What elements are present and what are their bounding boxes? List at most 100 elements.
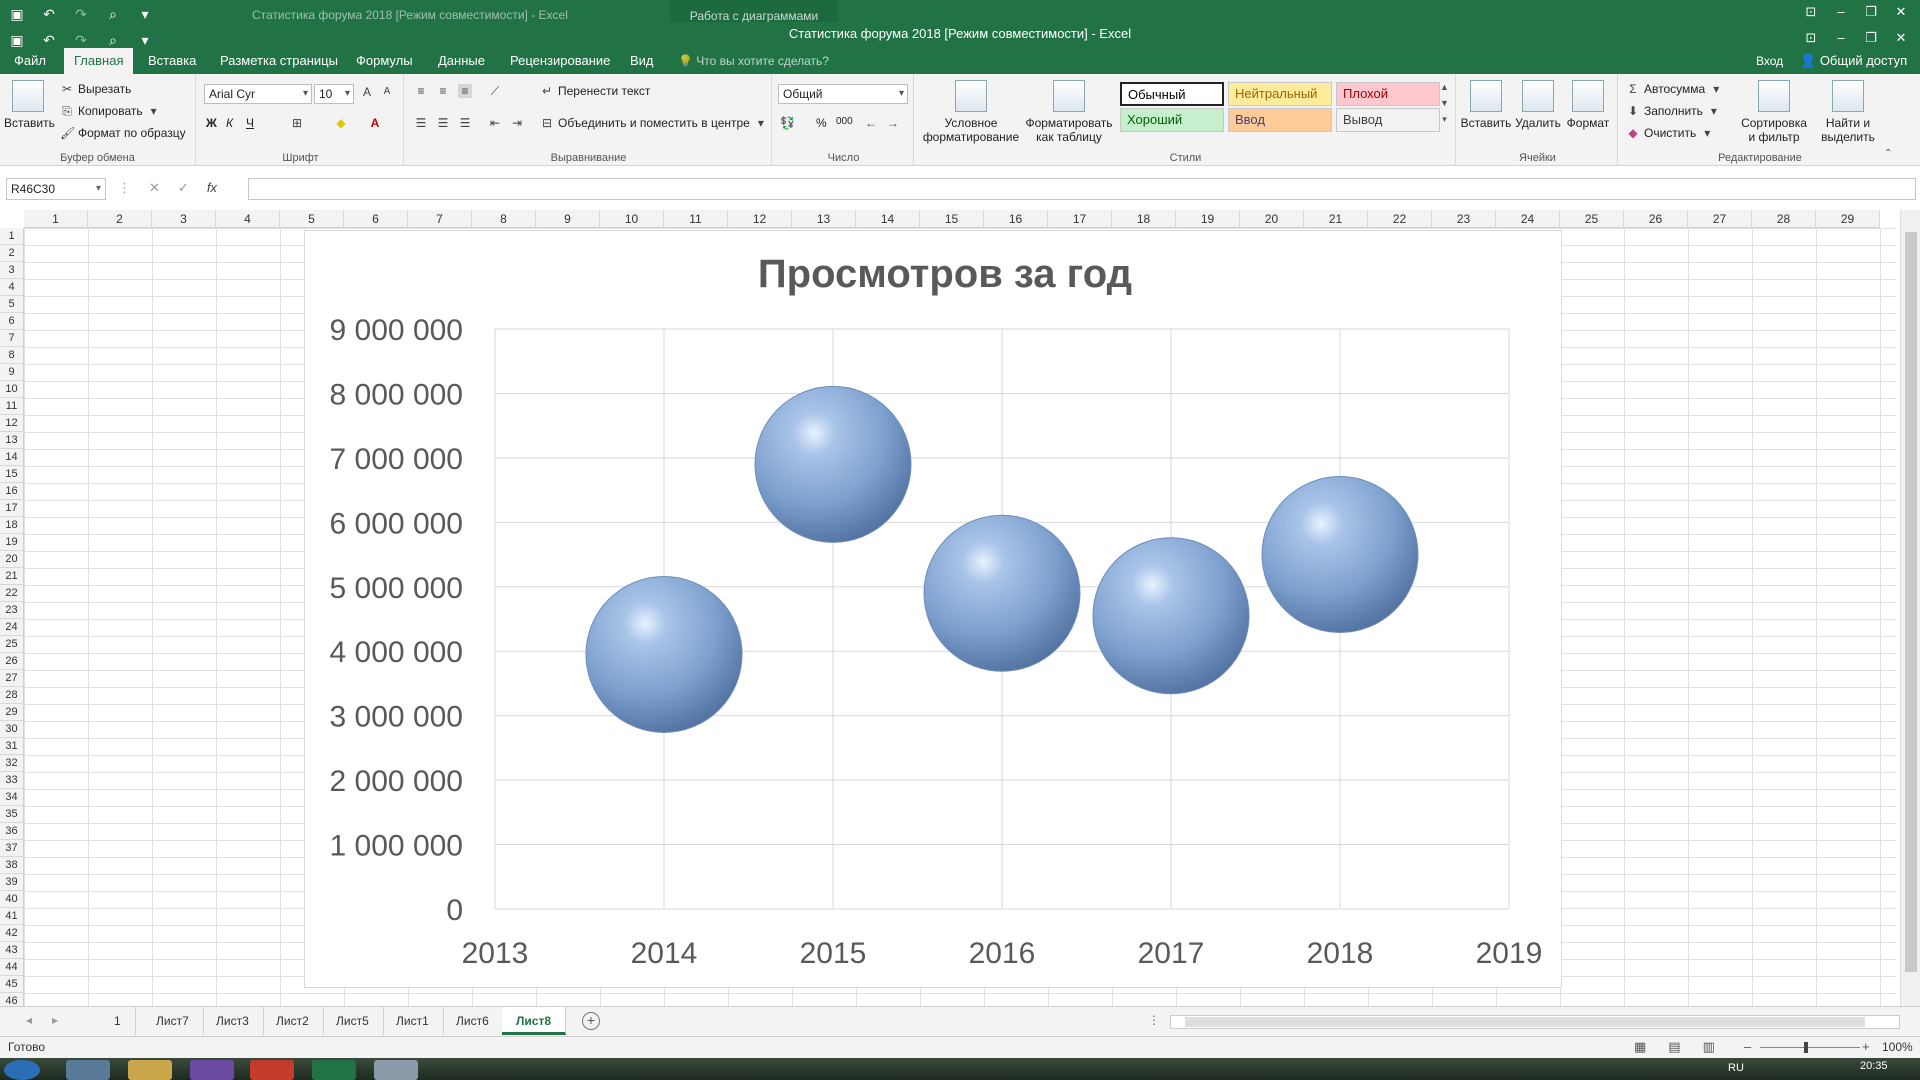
row-header-11[interactable]: 11 [0,398,23,415]
align-center-button[interactable]: ☰ [436,116,450,130]
row-header-5[interactable]: 5 [0,296,23,313]
formula-input[interactable] [248,178,1916,200]
vertical-scroll-thumb[interactable] [1905,232,1917,972]
row-header-27[interactable]: 27 [0,670,23,687]
sheet-tab-Лист1[interactable]: Лист1 [382,1007,444,1035]
row-header-33[interactable]: 33 [0,772,23,789]
share-button[interactable]: 👤 Общий доступ [1800,48,1907,74]
column-header-25[interactable]: 25 [1560,210,1624,228]
row-header-24[interactable]: 24 [0,619,23,636]
ribbon-display-options-icon[interactable]: ⊡ [1796,0,1826,26]
row-header-10[interactable]: 10 [0,381,23,398]
restore-icon[interactable]: ❐ [1856,0,1886,26]
sheet-tab-Лист3[interactable]: Лист3 [202,1007,264,1035]
find-select-button[interactable]: Найти и выделить [1812,80,1884,144]
column-header-13[interactable]: 13 [792,210,856,228]
column-header-7[interactable]: 7 [408,210,472,228]
paste-button[interactable]: Вставить [4,80,55,130]
row-header-42[interactable]: 42 [0,925,23,942]
fill-color-button[interactable]: ◆ [334,116,348,130]
row-header-26[interactable]: 26 [0,653,23,670]
tab-home[interactable]: Главная [64,48,134,74]
row-header-41[interactable]: 41 [0,908,23,925]
column-header-20[interactable]: 20 [1240,210,1304,228]
row-header-4[interactable]: 4 [0,279,23,296]
copy-button[interactable]: ⎘ Копировать ▾ [60,104,161,118]
sheet-tab-Лист2[interactable]: Лист2 [262,1007,324,1035]
row-header-13[interactable]: 13 [0,432,23,449]
thousands-button[interactable]: 000 [836,116,853,127]
italic-button[interactable]: К [226,116,233,130]
sheet-tab-1[interactable]: 1 [100,1007,136,1035]
column-header-1[interactable]: 1 [24,210,88,228]
decrease-decimal-button[interactable]: → [886,116,900,130]
more-options-icon[interactable]: ⋮ [118,180,131,196]
taskbar-explorer-icon[interactable] [66,1060,110,1080]
row-header-6[interactable]: 6 [0,313,23,330]
align-right-button[interactable]: ☰ [458,116,472,130]
row-header-46[interactable]: 46 [0,993,23,1006]
customize-qat-icon[interactable]: ▾ [134,4,156,24]
sheet-tab-Лист5[interactable]: Лист5 [322,1007,384,1035]
row-header-16[interactable]: 16 [0,483,23,500]
align-bottom-button[interactable]: ≡ [458,84,472,98]
minimize-icon[interactable]: – [1826,0,1856,26]
column-header-16[interactable]: 16 [984,210,1048,228]
sign-in-link[interactable]: Вход [1756,48,1783,74]
column-header-6[interactable]: 6 [344,210,408,228]
row-header-31[interactable]: 31 [0,738,23,755]
column-header-17[interactable]: 17 [1048,210,1112,228]
start-button[interactable] [4,1060,40,1080]
zoom-in-icon[interactable]: + [1862,1039,1870,1054]
row-header-3[interactable]: 3 [0,262,23,279]
horizontal-scrollbar[interactable] [1170,1015,1900,1029]
column-header-3[interactable]: 3 [152,210,216,228]
row-header-7[interactable]: 7 [0,330,23,347]
column-header-5[interactable]: 5 [280,210,344,228]
row-header-12[interactable]: 12 [0,415,23,432]
enter-icon[interactable]: ✓ [178,180,189,196]
sheet-tab-Лист8[interactable]: Лист8 [502,1007,567,1035]
clear-button[interactable]: ◆ Очистить ▾ [1626,126,1714,140]
row-header-25[interactable]: 25 [0,636,23,653]
borders-button[interactable]: ⊞ [290,116,304,130]
merge-center-button[interactable]: ⊟ Объединить и поместить в центре ▾ [540,116,768,130]
cell-style-4[interactable]: Ввод [1228,108,1332,132]
column-header-19[interactable]: 19 [1176,210,1240,228]
row-header-17[interactable]: 17 [0,500,23,517]
tab-split-icon[interactable]: ⋮ [1148,1013,1160,1027]
bold-button[interactable]: Ж [206,116,217,130]
increase-decimal-button[interactable]: ← [864,116,878,130]
tab-data[interactable]: Данные [428,48,495,74]
fill-button[interactable]: ⬇ Заполнить ▾ [1626,104,1721,118]
column-header-21[interactable]: 21 [1304,210,1368,228]
row-header-8[interactable]: 8 [0,347,23,364]
normal-view-icon[interactable]: ▦ [1634,1039,1646,1055]
tab-page-layout[interactable]: Разметка страницы [210,48,348,74]
row-header-30[interactable]: 30 [0,721,23,738]
row-header-40[interactable]: 40 [0,891,23,908]
row-header-39[interactable]: 39 [0,874,23,891]
close-icon[interactable]: ✕ [1886,0,1916,26]
taskbar-folder-icon[interactable] [128,1060,172,1080]
cancel-icon[interactable]: ✕ [149,180,160,196]
prev-sheet-icon[interactable]: ◂ [26,1013,32,1027]
tab-formulas[interactable]: Формулы [346,48,423,74]
align-middle-button[interactable]: ≡ [436,84,450,98]
column-header-29[interactable]: 29 [1816,210,1880,228]
column-header-26[interactable]: 26 [1624,210,1688,228]
column-header-18[interactable]: 18 [1112,210,1176,228]
column-header-28[interactable]: 28 [1752,210,1816,228]
add-sheet-icon[interactable]: + [582,1012,600,1030]
row-header-44[interactable]: 44 [0,959,23,976]
column-header-23[interactable]: 23 [1432,210,1496,228]
taskbar-viber-icon[interactable] [190,1060,234,1080]
cell-style-2[interactable]: Плохой [1336,82,1440,106]
column-header-4[interactable]: 4 [216,210,280,228]
font-color-button[interactable]: A [368,116,382,130]
column-header-14[interactable]: 14 [856,210,920,228]
next-sheet-icon[interactable]: ▸ [52,1013,58,1027]
increase-indent-button[interactable]: ⇥ [510,116,524,130]
font-name-select[interactable]: Arial Cyr [204,84,312,104]
tell-me-box[interactable]: 💡 Что вы хотите сделать? [678,48,829,74]
